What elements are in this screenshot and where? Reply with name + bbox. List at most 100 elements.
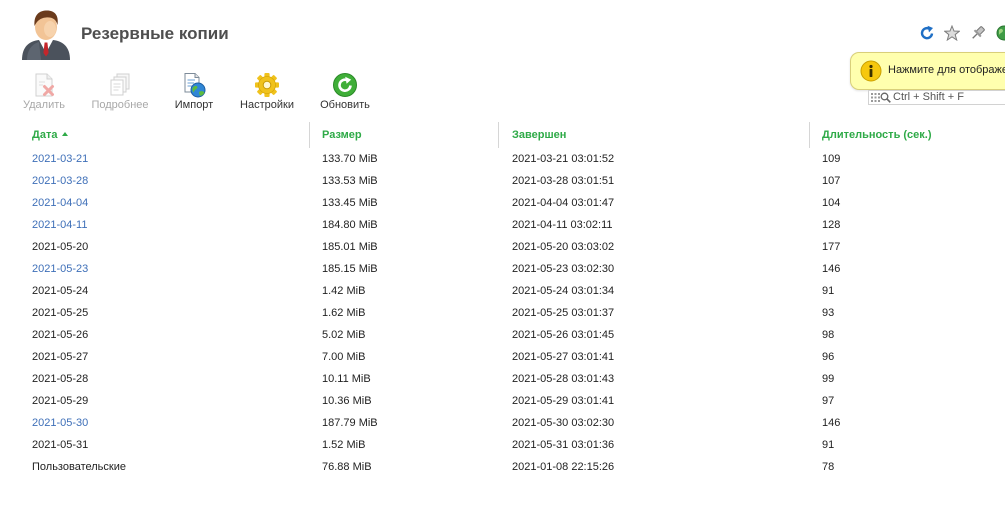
backup-date: 2021-05-26 xyxy=(32,329,89,341)
search-box[interactable] xyxy=(868,90,1005,105)
backup-duration: 91 xyxy=(822,439,835,451)
delete-button-label: Удалить xyxy=(23,99,65,111)
backup-size: 133.45 MiB xyxy=(322,197,378,209)
refresh-button[interactable]: Обновить xyxy=(315,72,375,112)
backup-date: Пользовательские xyxy=(32,461,126,473)
table-row[interactable]: 2021-04-04 133.45 MiB 2021-04-04 03:01:4… xyxy=(22,192,1005,214)
backup-duration: 107 xyxy=(822,175,841,187)
settings-button[interactable]: Настройки xyxy=(237,72,297,112)
backup-finished: 2021-01-08 22:15:26 xyxy=(512,461,615,473)
table-row[interactable]: 2021-03-21 133.70 MiB 2021-03-21 03:01:5… xyxy=(22,148,1005,170)
backup-date-link[interactable]: 2021-05-30 xyxy=(22,412,309,434)
backup-finished: 2021-05-31 03:01:36 xyxy=(512,439,615,451)
backup-date: 2021-05-31 xyxy=(32,439,89,451)
backup-finished: 2021-05-29 03:01:41 xyxy=(512,395,615,407)
table-row[interactable]: 2021-05-20 185.01 MiB 2021-05-20 03:03:0… xyxy=(22,236,1005,258)
column-header-label: Завершен xyxy=(512,129,567,141)
search-input[interactable] xyxy=(893,91,1005,104)
backup-finished: 2021-03-28 03:01:51 xyxy=(512,175,615,187)
column-header-label: Дата xyxy=(32,129,58,141)
backup-finished: 2021-05-25 03:01:37 xyxy=(512,307,615,319)
import-icon xyxy=(181,72,207,98)
backup-duration: 96 xyxy=(822,351,835,363)
table-row[interactable]: Пользовательские 76.88 MiB 2021-01-08 22… xyxy=(22,456,1005,478)
settings-button-label: Настройки xyxy=(240,99,294,111)
backup-size: 1.52 MiB xyxy=(322,439,366,451)
backup-duration: 146 xyxy=(822,263,841,275)
table-row[interactable]: 2021-05-29 10.36 MiB 2021-05-29 03:01:41… xyxy=(22,390,1005,412)
backup-size: 187.79 MiB xyxy=(322,417,378,429)
backup-date: 2021-05-20 xyxy=(32,241,89,253)
details-icon xyxy=(107,72,133,98)
backup-size: 184.80 MiB xyxy=(322,219,378,231)
backup-size: 133.70 MiB xyxy=(322,153,378,165)
backup-finished: 2021-05-26 03:01:45 xyxy=(512,329,615,341)
table-row[interactable]: 2021-04-11 184.80 MiB 2021-04-11 03:02:1… xyxy=(22,214,1005,236)
pin-icon[interactable] xyxy=(970,25,986,41)
column-header-duration[interactable]: Длительность (сек.) xyxy=(809,122,1005,148)
delete-button[interactable]: Удалить xyxy=(14,72,74,112)
details-button-label: Подробнее xyxy=(91,99,149,111)
backup-size: 1.62 MiB xyxy=(322,307,366,319)
backup-date-link[interactable]: 2021-03-21 xyxy=(22,148,309,170)
column-header-finished[interactable]: Завершен xyxy=(498,122,809,148)
refresh-icon xyxy=(332,72,358,98)
table-row[interactable]: 2021-05-28 10.11 MiB 2021-05-28 03:01:43… xyxy=(22,368,1005,390)
table-row[interactable]: 2021-05-27 7.00 MiB 2021-05-27 03:01:41 … xyxy=(22,346,1005,368)
table-row[interactable]: 2021-05-31 1.52 MiB 2021-05-31 03:01:36 … xyxy=(22,434,1005,456)
table-row[interactable]: 2021-03-28 133.53 MiB 2021-03-28 03:01:5… xyxy=(22,170,1005,192)
backup-size: 185.01 MiB xyxy=(322,241,378,253)
backup-finished: 2021-04-04 03:01:47 xyxy=(512,197,615,209)
table-row[interactable]: 2021-05-30 187.79 MiB 2021-05-30 03:02:3… xyxy=(22,412,1005,434)
backup-date-link[interactable]: 2021-04-11 xyxy=(22,214,309,236)
import-button[interactable]: Импорт xyxy=(164,72,224,112)
backup-size: 1.42 MiB xyxy=(322,285,366,297)
backup-finished: 2021-04-11 03:02:11 xyxy=(512,219,613,231)
backup-size: 133.53 MiB xyxy=(322,175,378,187)
notification-banner[interactable]: Нажмите для отображе xyxy=(850,52,1005,90)
gear-icon xyxy=(254,72,280,98)
column-header-size[interactable]: Размер xyxy=(309,122,498,148)
column-header-label: Размер xyxy=(322,129,362,141)
backup-finished: 2021-05-20 03:03:02 xyxy=(512,241,615,253)
backup-duration: 78 xyxy=(822,461,835,473)
backup-duration: 91 xyxy=(822,285,835,297)
table-row[interactable]: 2021-05-23 185.15 MiB 2021-05-23 03:02:3… xyxy=(22,258,1005,280)
table-row[interactable]: 2021-05-25 1.62 MiB 2021-05-25 03:01:37 … xyxy=(22,302,1005,324)
backup-duration: 93 xyxy=(822,307,835,319)
backup-size: 5.02 MiB xyxy=(322,329,366,341)
backup-duration: 97 xyxy=(822,395,835,407)
globe-icon[interactable] xyxy=(996,25,1005,41)
backup-size: 7.00 MiB xyxy=(322,351,366,363)
backup-size: 10.36 MiB xyxy=(322,395,372,407)
table-row[interactable]: 2021-05-24 1.42 MiB 2021-05-24 03:01:34 … xyxy=(22,280,1005,302)
table-row[interactable]: 2021-05-26 5.02 MiB 2021-05-26 03:01:45 … xyxy=(22,324,1005,346)
delete-icon xyxy=(31,72,57,98)
backup-date-link[interactable]: 2021-03-28 xyxy=(22,170,309,192)
backup-date-link[interactable]: 2021-05-23 xyxy=(22,258,309,280)
column-header-date[interactable]: Дата xyxy=(22,122,309,148)
backup-finished: 2021-05-23 03:02:30 xyxy=(512,263,615,275)
details-button[interactable]: Подробнее xyxy=(89,72,151,112)
backup-date: 2021-05-28 xyxy=(32,373,89,385)
backup-date: 2021-05-25 xyxy=(32,307,89,319)
backup-duration: 146 xyxy=(822,417,841,429)
backup-duration: 98 xyxy=(822,329,835,341)
sort-ascending-icon xyxy=(62,132,69,137)
backup-finished: 2021-05-30 03:02:30 xyxy=(512,417,615,429)
search-icon xyxy=(880,92,891,103)
backups-table: Дата Размер Завершен Длительность (сек.)… xyxy=(22,122,1005,478)
column-header-label: Длительность (сек.) xyxy=(822,129,932,141)
backup-date-link[interactable]: 2021-04-04 xyxy=(22,192,309,214)
backup-finished: 2021-05-24 03:01:34 xyxy=(512,285,615,297)
refresh-button-label: Обновить xyxy=(320,99,370,111)
backup-duration: 177 xyxy=(822,241,841,253)
grid-icon xyxy=(871,93,880,102)
page-title: Резервные копии xyxy=(81,24,229,43)
backup-finished: 2021-05-28 03:01:43 xyxy=(512,373,615,385)
star-icon[interactable] xyxy=(943,24,961,42)
backup-finished: 2021-05-27 03:01:41 xyxy=(512,351,615,363)
refresh-icon[interactable] xyxy=(919,25,935,41)
import-button-label: Импорт xyxy=(174,99,214,111)
backups-page: Резервные копии Удалить Подробнее Импорт… xyxy=(0,0,1005,510)
